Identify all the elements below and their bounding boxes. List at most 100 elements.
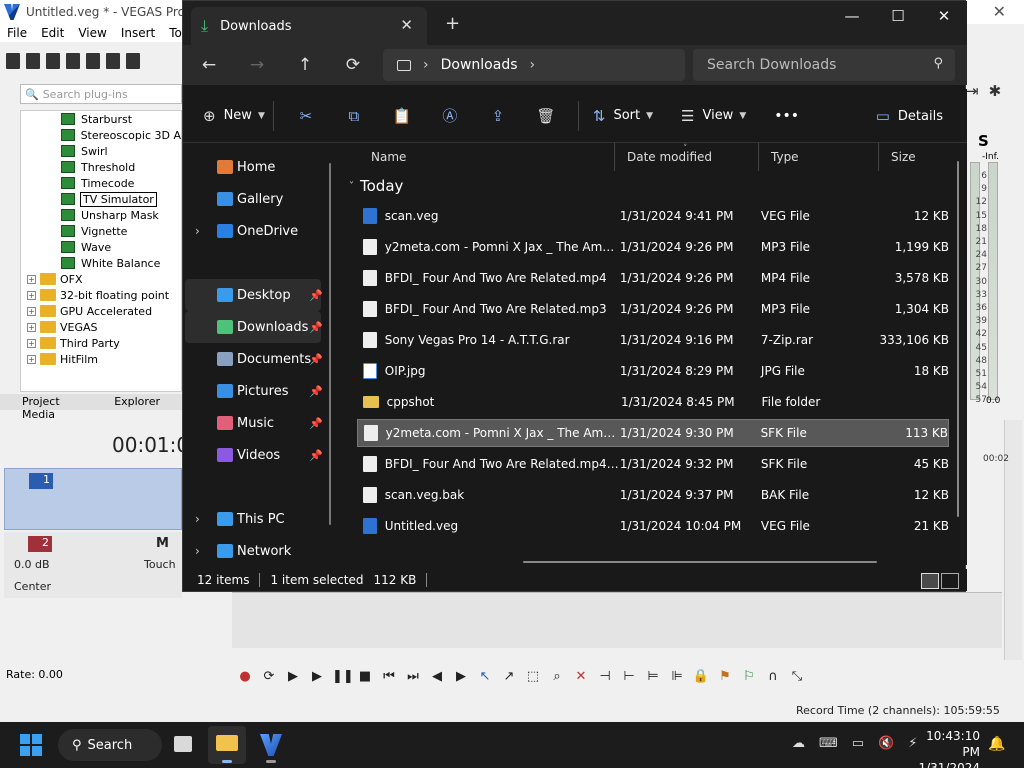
save-as-icon[interactable] xyxy=(66,53,80,69)
tree-folder[interactable]: + VEGAS xyxy=(21,319,181,335)
details-view-icon[interactable] xyxy=(921,573,939,589)
file-explorer-taskbar-icon[interactable] xyxy=(208,726,246,764)
chevron-right-icon[interactable]: › xyxy=(195,512,200,526)
column-type[interactable]: Type xyxy=(759,143,879,171)
expand-plus-icon[interactable]: + xyxy=(27,306,36,316)
file-row[interactable]: scan.veg 1/31/2024 9:41 PM VEG File 12 KB xyxy=(357,202,949,230)
file-row[interactable]: Untitled.veg 1/31/2024 10:04 PM VEG File 21… xyxy=(357,512,949,540)
expand-plus-icon[interactable]: + xyxy=(27,322,36,332)
trim-start-icon[interactable]: ⊨ xyxy=(644,668,662,686)
region-icon[interactable]: ⚐ xyxy=(740,668,758,686)
render-icon[interactable] xyxy=(86,53,100,69)
clock[interactable]: 10:43:10 PM 1/31/2024 xyxy=(908,728,980,768)
tree-folder[interactable]: + OFX xyxy=(21,271,181,287)
file-row-selected[interactable]: y2meta.com - Pomni X Jax _ The Amazin...… xyxy=(357,419,949,447)
marker-icon[interactable]: ⚑ xyxy=(716,668,734,686)
chevron-right-icon[interactable]: › xyxy=(530,57,536,73)
nav-item-network[interactable]: › Network xyxy=(185,535,321,567)
sort-button[interactable]: ⇅ Sort ▼ xyxy=(587,100,653,132)
nav-item-onedrive[interactable]: › OneDrive xyxy=(185,215,321,247)
file-row[interactable]: BFDI_ Four And Two Are Related.mp4.sfk 1/… xyxy=(357,450,949,478)
pin-icon[interactable]: ⇥ xyxy=(966,82,979,100)
search-icon[interactable]: ⚲ xyxy=(933,56,943,71)
file-list-horizontal-scrollbar[interactable] xyxy=(523,561,877,563)
file-row[interactable]: y2meta.com - Pomni X Jax _ The Amazin...… xyxy=(357,233,949,261)
nav-item-documents[interactable]: Documents 📌 xyxy=(185,343,323,375)
file-row[interactable]: BFDI_ Four And Two Are Related.mp4 1/31/2… xyxy=(357,264,949,292)
expand-plus-icon[interactable]: + xyxy=(27,274,36,284)
envelope-tool-icon[interactable]: ↗ xyxy=(500,668,518,686)
tree-item[interactable]: Vignette xyxy=(21,223,181,239)
tree-item[interactable]: Swirl xyxy=(21,143,181,159)
expand-plus-icon[interactable]: + xyxy=(27,290,36,300)
pause-icon[interactable]: ❚❚ xyxy=(332,668,354,686)
notification-bell-icon[interactable]: 🔔 xyxy=(988,736,1005,752)
chevron-right-icon[interactable]: › xyxy=(423,57,429,73)
menu-edit[interactable]: Edit xyxy=(34,24,71,42)
nav-item-gallery[interactable]: Gallery xyxy=(185,183,321,215)
tiles-view-icon[interactable] xyxy=(941,573,959,589)
tree-item-selected[interactable]: TV Simulator xyxy=(21,191,181,207)
trim-icon[interactable]: ⊣ xyxy=(596,668,614,686)
chevron-right-icon[interactable]: › xyxy=(195,224,200,238)
pin-icon[interactable]: 📌 xyxy=(309,289,323,302)
properties-gear-icon[interactable] xyxy=(106,53,120,69)
file-list-vertical-scrollbar[interactable] xyxy=(957,161,959,517)
stop-icon[interactable]: ■ xyxy=(356,668,374,686)
nav-item-pictures[interactable]: Pictures 📌 xyxy=(185,375,323,407)
new-tab-plus-icon[interactable]: + xyxy=(445,13,460,34)
snap-magnet-icon[interactable]: ∩ xyxy=(764,668,782,686)
forward-arrow-icon[interactable]: → xyxy=(245,53,269,77)
refresh-icon[interactable]: ⟳ xyxy=(341,53,365,77)
mute-button[interactable]: M xyxy=(156,536,169,551)
zoom-tool-icon[interactable]: ⌕ xyxy=(548,668,566,686)
view-button[interactable]: ☰ View ▼ xyxy=(653,100,746,132)
tree-item[interactable]: Threshold xyxy=(21,159,181,175)
selection-tool-icon[interactable]: ⬚ xyxy=(524,668,542,686)
menu-insert[interactable]: Insert xyxy=(114,24,162,42)
delete-icon[interactable]: 🗑 xyxy=(522,107,570,125)
timeline-area[interactable] xyxy=(232,592,1002,648)
group-header-today[interactable]: ˅ Today xyxy=(349,177,403,195)
column-name[interactable]: Name xyxy=(343,143,615,171)
tree-folder[interactable]: + Third Party xyxy=(21,335,181,351)
pin-icon[interactable]: 📌 xyxy=(309,449,323,462)
keyboard-icon[interactable]: ⌨ xyxy=(819,736,838,751)
auto-ripple-icon[interactable]: ⤡ xyxy=(788,668,806,686)
record-icon[interactable]: ● xyxy=(236,668,254,686)
paste-icon[interactable]: 📋 xyxy=(378,107,426,125)
rename-icon[interactable]: Ⓐ xyxy=(426,105,474,126)
file-row[interactable]: BFDI_ Four And Two Are Related.mp3 1/31/2… xyxy=(357,295,949,323)
expand-plus-icon[interactable]: + xyxy=(27,338,36,348)
delete-icon[interactable]: ✕ xyxy=(572,668,590,686)
edit-tool-icon[interactable]: ↖ xyxy=(476,668,494,686)
file-row[interactable]: scan.veg.bak 1/31/2024 9:37 PM BAK File 12 … xyxy=(357,481,949,509)
up-arrow-icon[interactable]: ↑ xyxy=(293,53,317,77)
details-button[interactable]: ▭ Details xyxy=(876,100,943,132)
new-project-icon[interactable] xyxy=(6,53,20,69)
save-icon[interactable] xyxy=(46,53,60,69)
share-icon[interactable]: ⇪ xyxy=(474,107,522,125)
close-window-icon[interactable]: ✕ xyxy=(921,1,967,31)
play-from-start-icon[interactable]: ▶ xyxy=(284,668,302,686)
tree-item[interactable]: Starburst xyxy=(21,111,181,127)
prev-frame-icon[interactable]: ◀ xyxy=(428,668,446,686)
column-date-modified[interactable]: ˅ Date modified xyxy=(615,143,759,171)
more-options-button[interactable]: ••• xyxy=(746,100,799,132)
breadcrumb-downloads[interactable]: Downloads xyxy=(441,57,518,73)
maximize-icon[interactable]: ☐ xyxy=(875,1,921,31)
pin-icon[interactable]: 📌 xyxy=(309,385,323,398)
new-button[interactable]: ⊕ New ▼ xyxy=(183,100,265,132)
chevron-right-icon[interactable]: › xyxy=(195,544,200,558)
file-row[interactable]: OIP.jpg 1/31/2024 8:29 PM JPG File 18 KB xyxy=(357,357,949,385)
plugin-search-input[interactable]: 🔍 Search plug-ins xyxy=(20,84,182,104)
lock-icon[interactable]: 🔒 xyxy=(692,668,710,686)
taskbar-search[interactable]: ⚲ Search xyxy=(58,729,162,761)
tab-explorer[interactable]: Explorer xyxy=(92,394,182,410)
mute-speaker-icon[interactable]: 🔇 xyxy=(878,736,894,751)
nav-scrollbar[interactable] xyxy=(329,163,331,525)
display-icon[interactable]: ▭ xyxy=(852,736,864,751)
nav-item-home[interactable]: Home xyxy=(185,151,321,183)
trim-end-icon[interactable]: ⊫ xyxy=(668,668,686,686)
next-frame-icon[interactable]: ▶ xyxy=(452,668,470,686)
